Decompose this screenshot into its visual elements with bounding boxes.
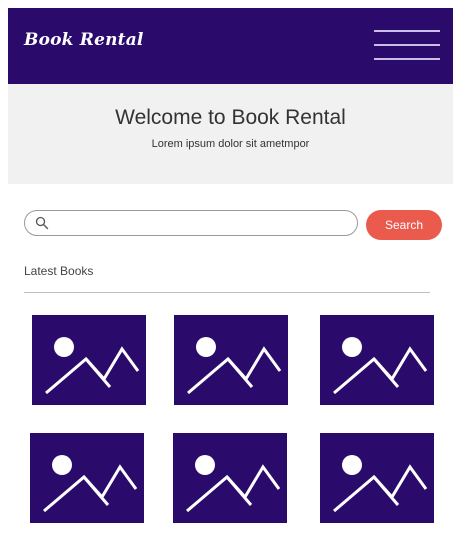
image-placeholder-icon [333,337,428,395]
hero-subtitle: Lorem ipsum dolor sit ametmpor [151,138,310,150]
search-icon [35,216,49,230]
hamburger-icon-line [374,58,440,60]
navbar: Book Rental [8,8,453,84]
latest-books-heading: Latest Books [24,264,94,278]
book-card[interactable] [320,433,434,523]
search-input[interactable] [53,213,349,233]
hamburger-icon [374,30,440,32]
page-frame: Book Rental Welcome to Book Rental Lorem… [8,8,453,554]
image-placeholder-icon [45,337,140,395]
main-content: Search Latest Books [8,184,453,554]
hero-section: Welcome to Book Rental Lorem ipsum dolor… [8,84,453,184]
search-box[interactable] [24,210,358,236]
hamburger-icon-line [374,44,440,46]
brand-logo-text[interactable]: Book Rental [24,30,144,50]
book-card[interactable] [320,315,434,405]
image-placeholder-icon [43,455,138,513]
image-placeholder-icon [333,455,428,513]
book-card[interactable] [174,315,288,405]
book-card[interactable] [30,433,144,523]
search-button[interactable]: Search [366,210,442,240]
book-card[interactable] [173,433,287,523]
image-placeholder-icon [187,337,282,395]
hero-title: Welcome to Book Rental [115,106,346,129]
book-card[interactable] [32,315,146,405]
menu-button[interactable] [374,28,442,62]
image-placeholder-icon [186,455,281,513]
section-divider [24,292,430,293]
